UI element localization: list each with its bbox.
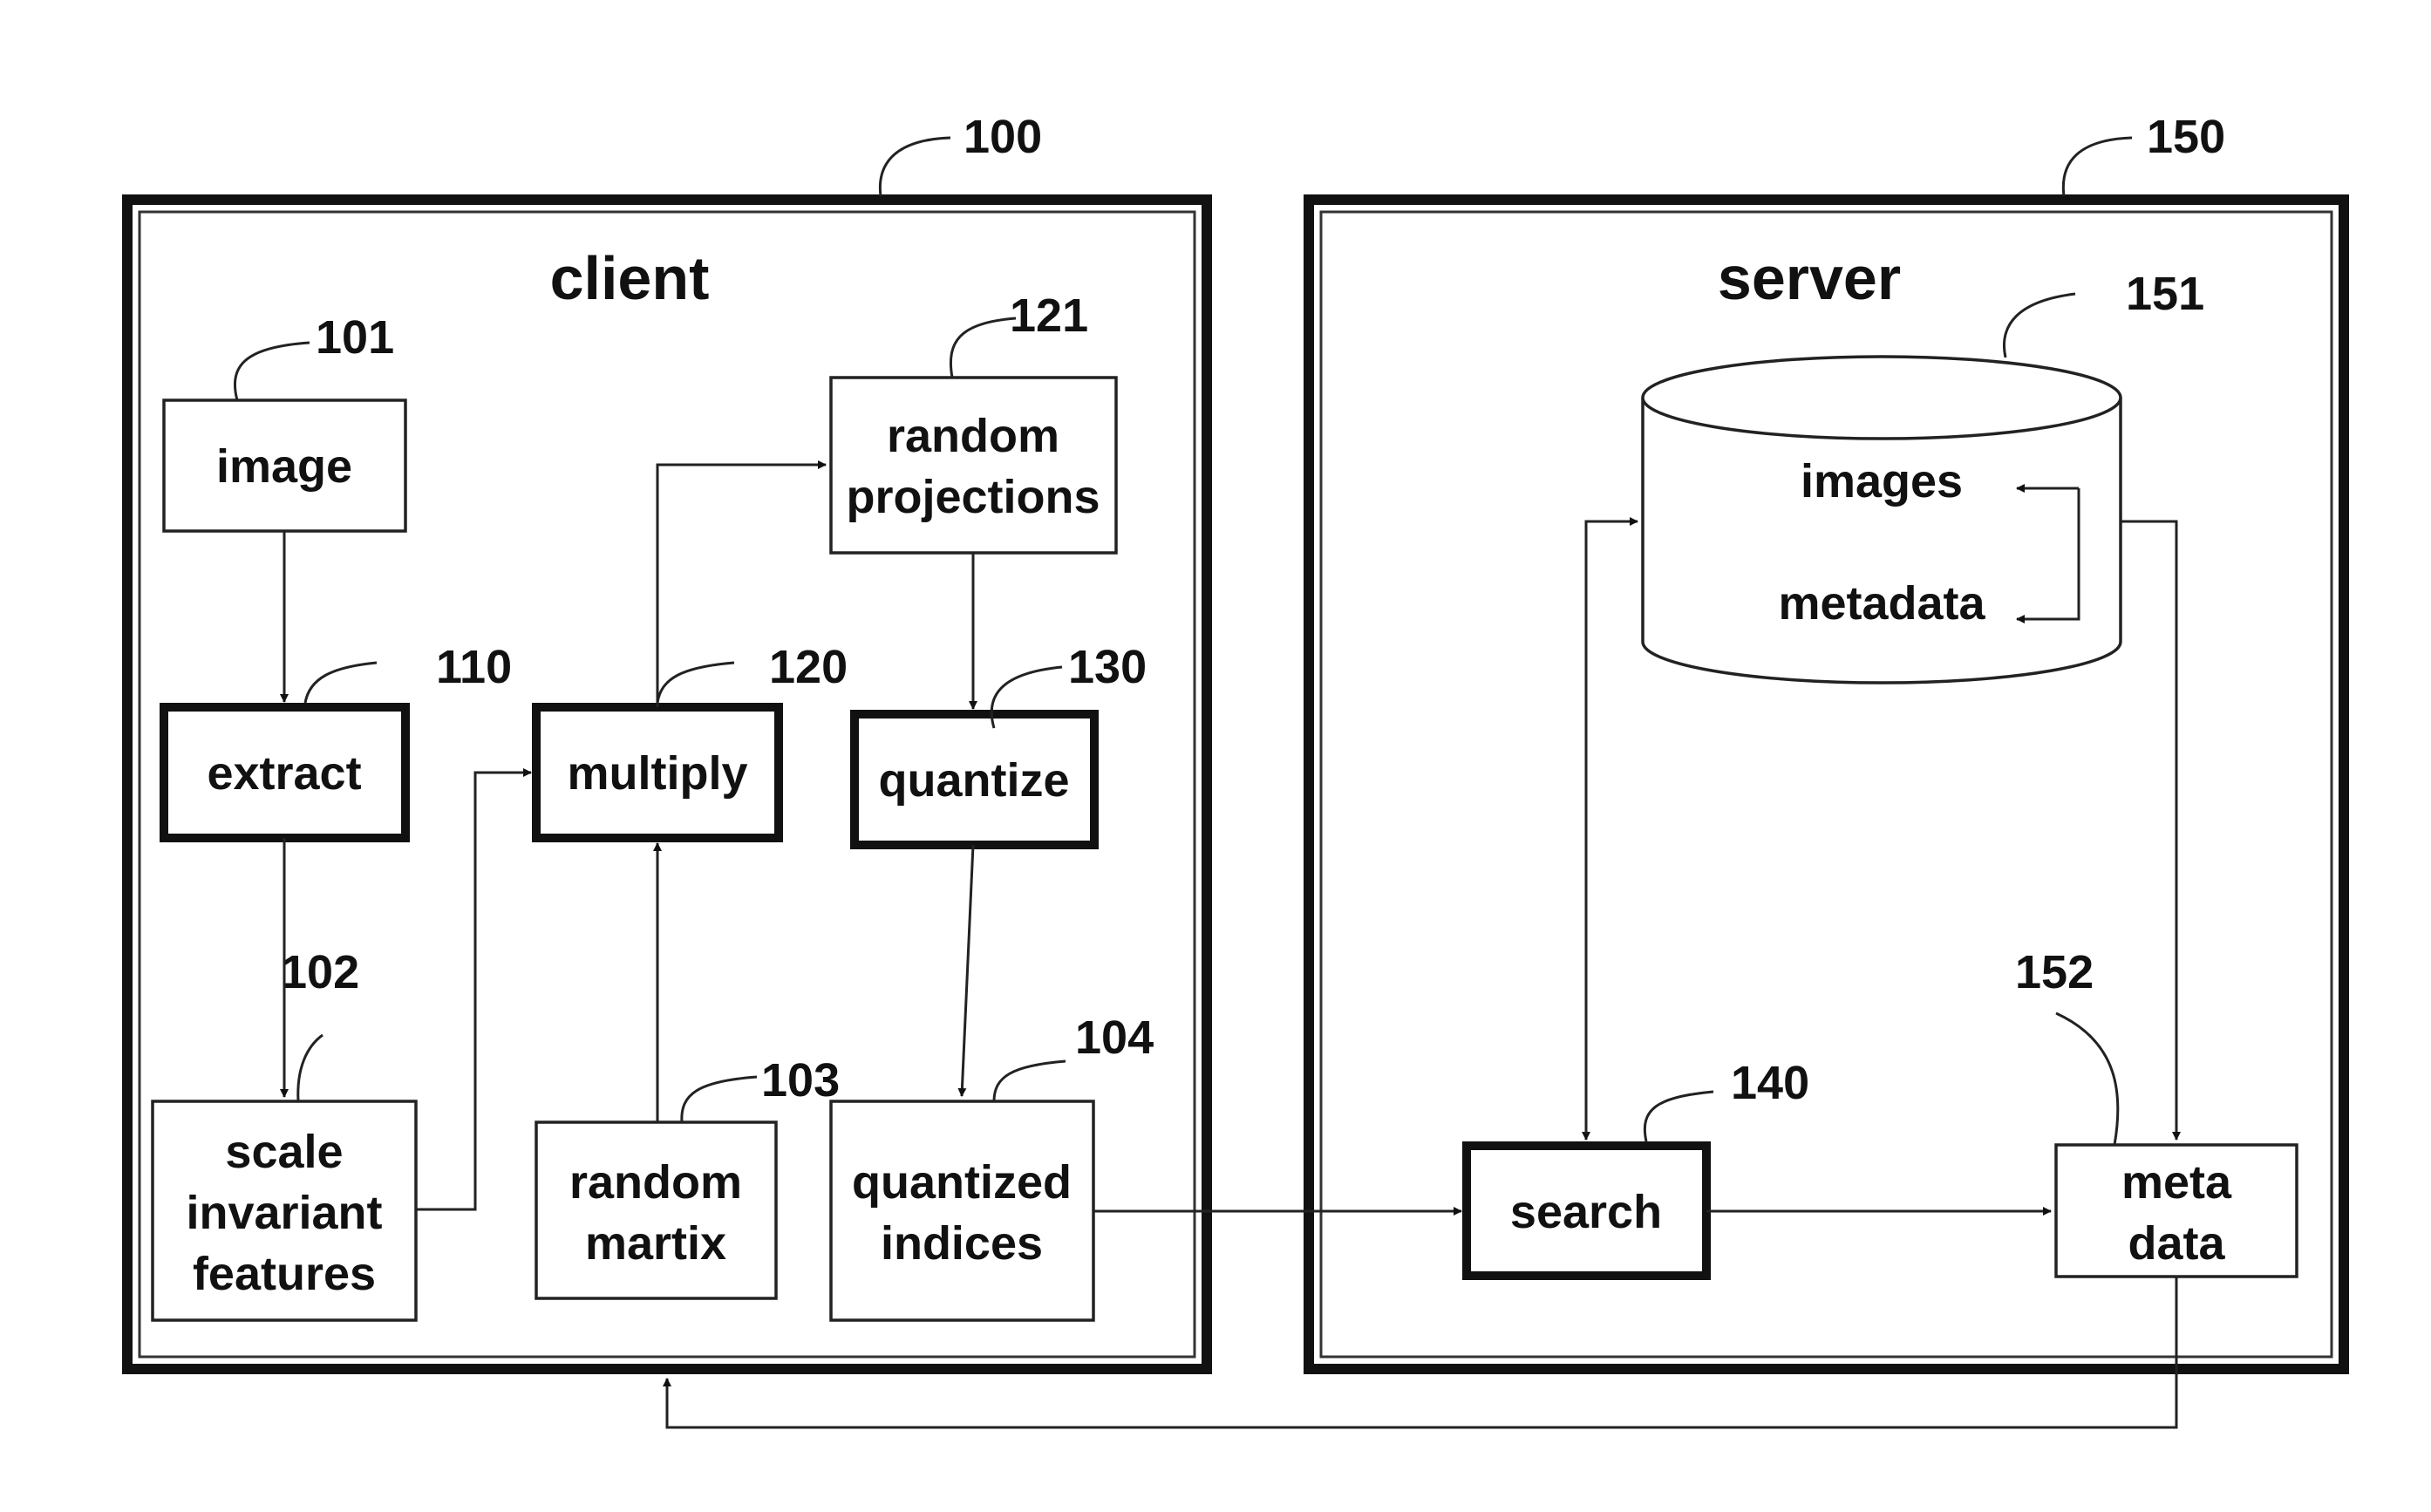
- database-ref: 151: [2126, 268, 2204, 320]
- quantize-ref: 130: [1068, 641, 1147, 693]
- server-title: server: [1718, 244, 1901, 312]
- qi-label-line1: quantized: [852, 1156, 1072, 1209]
- search-label: search: [1510, 1186, 1662, 1238]
- quantize-label: quantize: [878, 754, 1069, 807]
- rm-ref: 103: [761, 1054, 840, 1107]
- rm-label-line2: martix: [585, 1217, 726, 1270]
- sif-label-line1: scale: [225, 1126, 343, 1178]
- database-item-metadata: metadata: [1778, 577, 1985, 630]
- qi-ref: 104: [1075, 1011, 1154, 1064]
- meta-data-ref: 152: [2015, 946, 2094, 998]
- extract-ref: 110: [436, 641, 512, 693]
- sif-label-line2: invariant: [186, 1187, 382, 1239]
- sif-ref: 102: [281, 946, 359, 998]
- sif-label-line3: features: [193, 1248, 376, 1300]
- rp-label-line1: random: [887, 410, 1059, 462]
- quantized-indices-box: [829, 1100, 1095, 1322]
- rm-label-line1: random: [569, 1156, 742, 1209]
- multiply-ref: 120: [769, 641, 848, 693]
- client-ref-leader: [878, 136, 951, 197]
- random-projections-box: [829, 376, 1118, 555]
- database-body: [1641, 398, 2122, 684]
- client-title: client: [550, 244, 710, 312]
- rp-label-line2: projections: [846, 471, 1100, 523]
- server-ref: 150: [2147, 111, 2225, 163]
- meta-data-label-line1: meta: [2121, 1156, 2232, 1209]
- extract-label: extract: [207, 747, 361, 800]
- image-label: image: [216, 440, 352, 493]
- multiply-label: multiply: [567, 747, 747, 800]
- rp-ref: 121: [1010, 289, 1088, 342]
- meta-data-label-line2: data: [2128, 1217, 2225, 1270]
- client-ref: 100: [964, 111, 1042, 163]
- random-matrix-box: [535, 1120, 778, 1300]
- database-item-images: images: [1801, 455, 1963, 507]
- system-diagram: client 100 image 101 extract 110 scale i…: [122, 111, 2349, 1429]
- qi-label-line2: indices: [881, 1217, 1043, 1270]
- image-ref: 101: [316, 311, 394, 364]
- database-top: [1641, 355, 2122, 440]
- server-ref-leader: [2061, 136, 2133, 197]
- search-ref: 140: [1731, 1057, 1809, 1109]
